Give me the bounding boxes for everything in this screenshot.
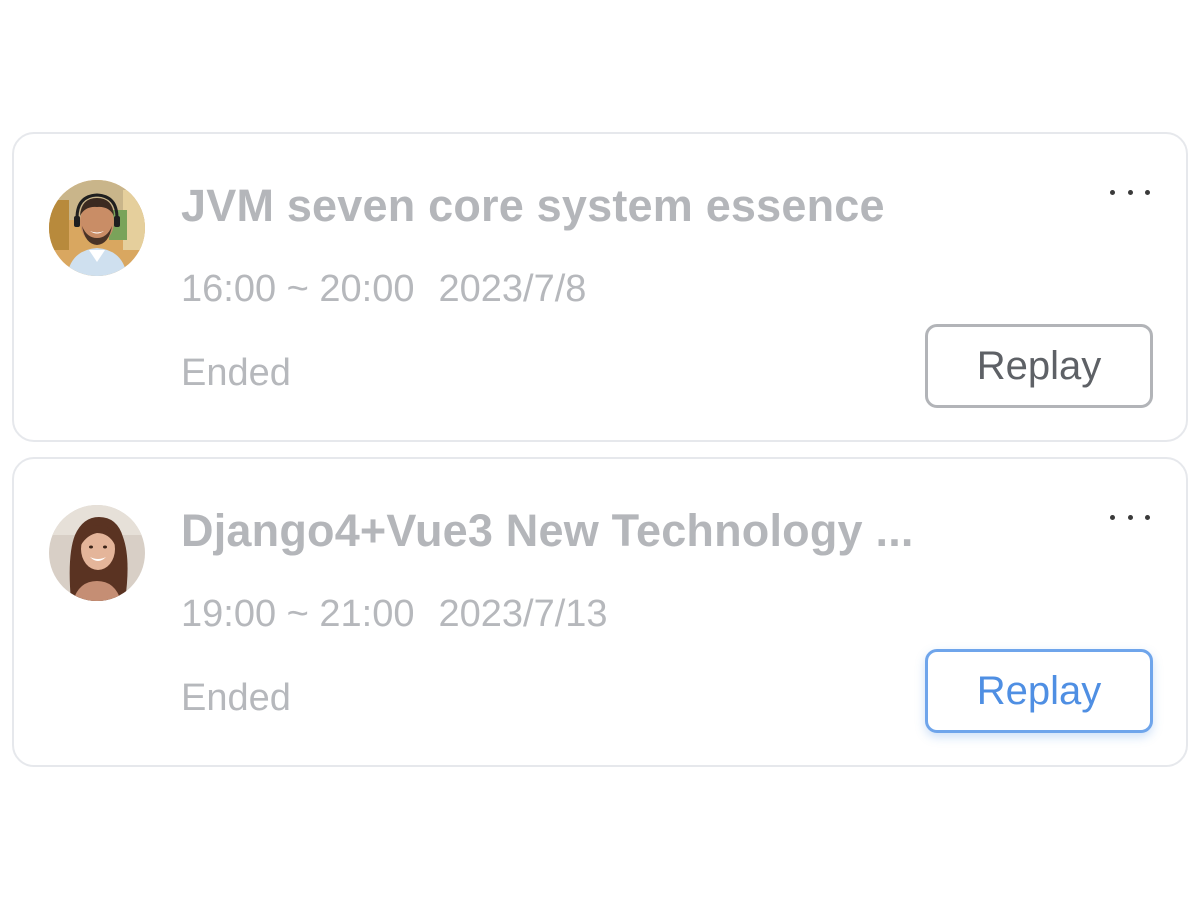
session-title: JVM seven core system essence <box>181 180 885 231</box>
ellipsis-icon[interactable] <box>1110 186 1150 198</box>
session-date: 2023/7/13 <box>438 593 608 635</box>
session-card[interactable]: Django4+Vue3 New Technology ... 19:00 ~ … <box>12 457 1188 767</box>
session-time: 19:00 ~ 21:00 2023/7/13 <box>181 593 608 636</box>
session-time: 16:00 ~ 20:00 2023/7/8 <box>181 268 586 311</box>
session-title: Django4+Vue3 New Technology ... <box>181 505 914 556</box>
male-host-avatar <box>49 180 145 276</box>
session-card[interactable]: JVM seven core system essence 16:00 ~ 20… <box>12 132 1188 442</box>
status-label: Ended <box>181 677 291 719</box>
replay-button[interactable]: Replay <box>925 649 1153 733</box>
session-list: JVM seven core system essence 16:00 ~ 20… <box>12 132 1188 782</box>
female-host-avatar <box>49 505 145 601</box>
avatar <box>49 505 145 601</box>
status-label: Ended <box>181 352 291 394</box>
time-range: 19:00 ~ 21:00 <box>181 593 415 635</box>
replay-button[interactable]: Replay <box>925 324 1153 408</box>
session-date: 2023/7/8 <box>438 268 587 310</box>
avatar <box>49 180 145 276</box>
time-range: 16:00 ~ 20:00 <box>181 268 415 310</box>
ellipsis-icon[interactable] <box>1110 511 1150 523</box>
